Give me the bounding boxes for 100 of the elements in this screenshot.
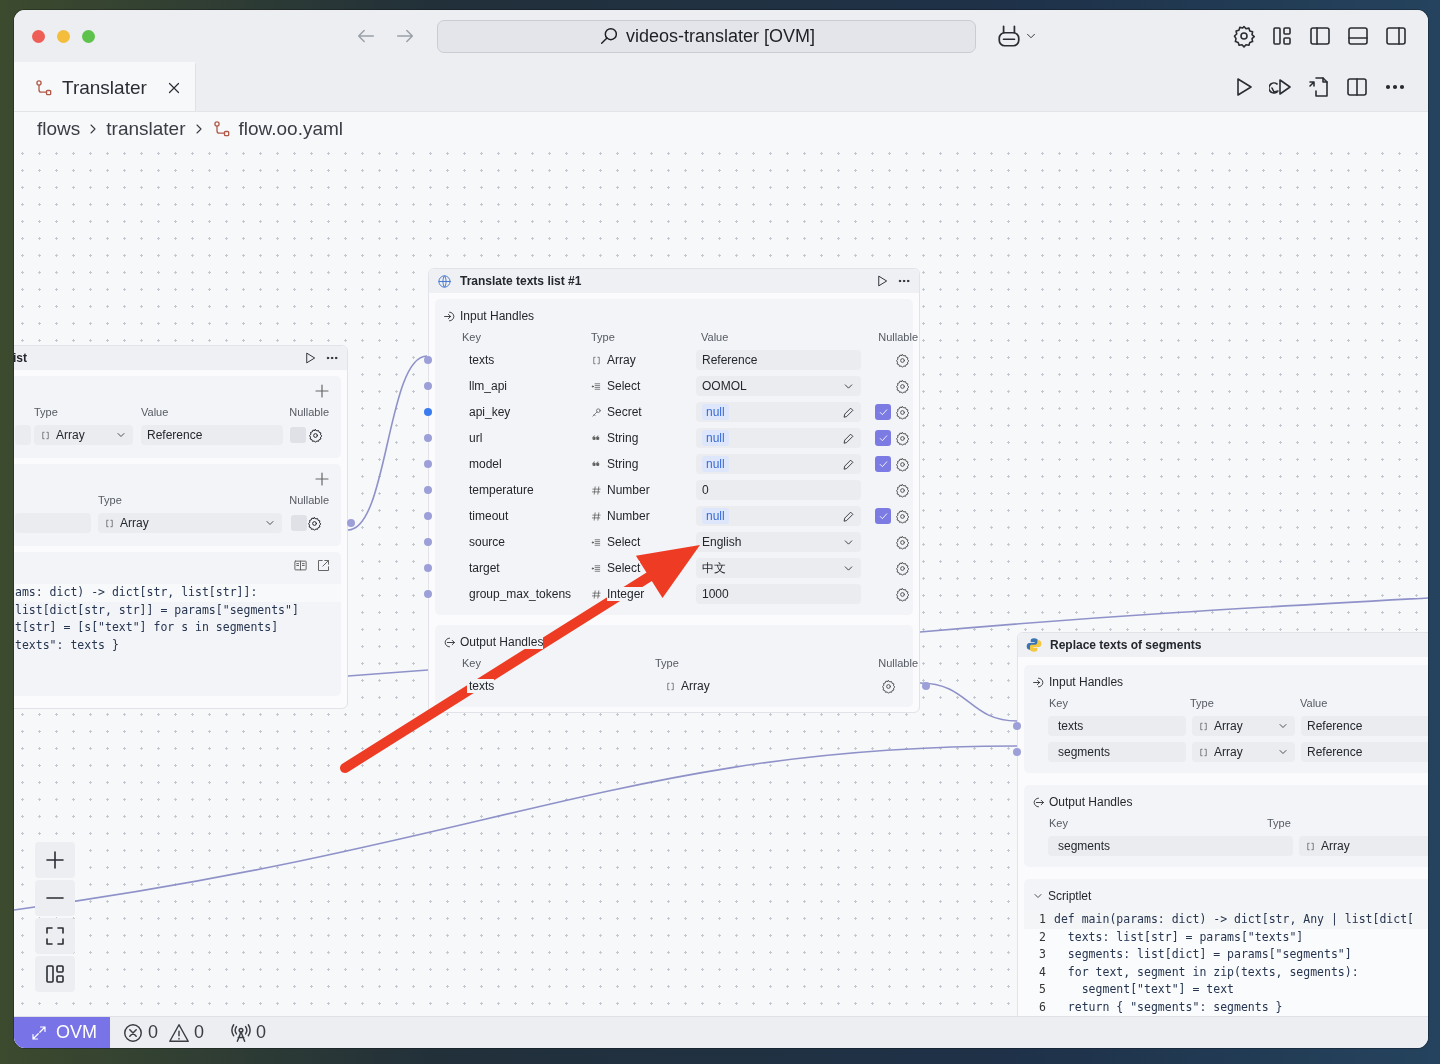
flow-icon: [34, 77, 54, 98]
warning-count[interactable]: 0: [194, 1022, 205, 1043]
nullable-checkbox[interactable]: [875, 508, 891, 524]
gear-icon[interactable]: [895, 352, 910, 368]
gear-icon[interactable]: [895, 404, 910, 420]
key-field[interactable]: segments: [1048, 742, 1186, 762]
handle-dot[interactable]: [922, 682, 930, 690]
gear-icon[interactable]: [895, 456, 910, 472]
handle-dot[interactable]: [424, 408, 432, 416]
sidebar-left-icon[interactable]: [1308, 24, 1332, 48]
zoom-in-button[interactable]: [35, 842, 75, 878]
layout-button[interactable]: [35, 956, 75, 992]
breadcrumb-item[interactable]: flow.oo.yaml: [238, 117, 344, 140]
value-field[interactable]: null: [696, 454, 861, 474]
handle-dot[interactable]: [424, 486, 432, 494]
close-window-button[interactable]: [32, 29, 45, 43]
gear-icon[interactable]: [308, 427, 323, 443]
handle-dot[interactable]: [347, 519, 355, 527]
key-field[interactable]: texts: [1048, 716, 1186, 736]
play-icon[interactable]: [303, 351, 317, 365]
type-select[interactable]: Array: [34, 425, 133, 445]
gear-icon[interactable]: [307, 515, 322, 531]
handle-dot[interactable]: [424, 356, 432, 364]
handle-dot[interactable]: [424, 590, 432, 598]
warning-icon[interactable]: [168, 1021, 190, 1044]
value-field[interactable]: 0: [696, 480, 861, 500]
edit-icon[interactable]: [842, 405, 855, 419]
handle-dot[interactable]: [424, 564, 432, 572]
select-field[interactable]: English: [696, 532, 861, 552]
key-field[interactable]: [15, 425, 31, 445]
section-title[interactable]: Scriptlet: [1048, 889, 1092, 903]
value-field[interactable]: null: [696, 428, 861, 448]
breadcrumb-item[interactable]: flows: [37, 117, 81, 140]
line-number: 5: [1038, 981, 1046, 998]
zoom-out-button[interactable]: [35, 880, 75, 916]
zoom-out-icon: [43, 896, 67, 900]
type-select[interactable]: Array: [1192, 742, 1295, 762]
type-field[interactable]: Array: [1299, 836, 1428, 856]
settings-icon[interactable]: [1232, 24, 1256, 48]
fit-view-button[interactable]: [35, 918, 75, 954]
handle-dot[interactable]: [424, 434, 432, 442]
value-field[interactable]: 1000: [696, 584, 861, 604]
antenna-icon[interactable]: [230, 1021, 253, 1044]
type-select[interactable]: Array: [1192, 716, 1295, 736]
logo-icon: [1026, 637, 1042, 653]
remote-label[interactable]: OVM: [56, 1022, 97, 1043]
nullable-checkbox[interactable]: [875, 404, 891, 420]
gear-icon[interactable]: [895, 430, 910, 446]
tab-label[interactable]: Translater: [62, 76, 147, 99]
value-field[interactable]: null: [696, 402, 861, 422]
value-field[interactable]: Reference: [1301, 716, 1428, 736]
nullable-checkbox[interactable]: [291, 515, 307, 531]
section-title: Input Handles: [1049, 675, 1124, 689]
panel-bottom-icon[interactable]: [1346, 24, 1370, 48]
brackets-icon: [104, 517, 115, 529]
gear-icon[interactable]: [895, 378, 910, 394]
external-link-icon[interactable]: [316, 558, 331, 573]
edit-icon[interactable]: [842, 509, 855, 523]
layout-icon[interactable]: [1270, 24, 1294, 48]
handle-dot[interactable]: [424, 460, 432, 468]
nullable-checkbox[interactable]: [875, 456, 891, 472]
handle-dot[interactable]: [424, 538, 432, 546]
play-icon[interactable]: [875, 274, 889, 288]
book-icon[interactable]: [293, 558, 308, 573]
select-field[interactable]: 中文: [696, 558, 861, 578]
handle-dot[interactable]: [424, 512, 432, 520]
value-field[interactable]: Reference: [696, 350, 861, 370]
flow-icon: [211, 118, 232, 139]
sidebar-right-icon[interactable]: [1384, 24, 1408, 48]
error-icon[interactable]: [122, 1021, 144, 1044]
key-field[interactable]: segments: [1048, 836, 1293, 856]
port-count[interactable]: 0: [256, 1022, 267, 1043]
value-field[interactable]: Reference: [141, 425, 283, 445]
value-field[interactable]: Reference: [1301, 742, 1428, 762]
edit-icon[interactable]: [842, 457, 855, 471]
gear-icon[interactable]: [881, 678, 896, 694]
value-field[interactable]: null: [696, 506, 861, 526]
handle-dot[interactable]: [1013, 748, 1021, 756]
bunny-icon[interactable]: [996, 23, 1022, 49]
error-count[interactable]: 0: [148, 1022, 158, 1043]
gear-icon[interactable]: [895, 534, 910, 550]
gear-icon[interactable]: [895, 586, 910, 602]
node-title: Translate texts list #1: [460, 274, 582, 288]
handle-dot[interactable]: [1013, 722, 1021, 730]
nullable-checkbox[interactable]: [875, 430, 891, 446]
select-field[interactable]: OOMOL: [696, 376, 861, 396]
remote-indicator[interactable]: OVM: [14, 1017, 110, 1048]
gear-icon[interactable]: [895, 508, 910, 524]
key-field[interactable]: [15, 513, 91, 533]
gear-icon[interactable]: [895, 560, 910, 576]
handle-dot[interactable]: [424, 382, 432, 390]
type-select[interactable]: Array: [98, 513, 282, 533]
editor-tab[interactable]: Translater: [14, 62, 196, 111]
document-arrow-icon[interactable]: [1307, 74, 1331, 99]
edit-icon[interactable]: [842, 431, 855, 445]
gear-icon[interactable]: [895, 482, 910, 498]
type-label: Array: [1214, 719, 1243, 733]
search-field[interactable]: videos-translater [OVM]: [437, 19, 976, 53]
breadcrumb-item[interactable]: translater: [106, 117, 186, 140]
node-title: Replace texts of segments: [1050, 638, 1202, 652]
